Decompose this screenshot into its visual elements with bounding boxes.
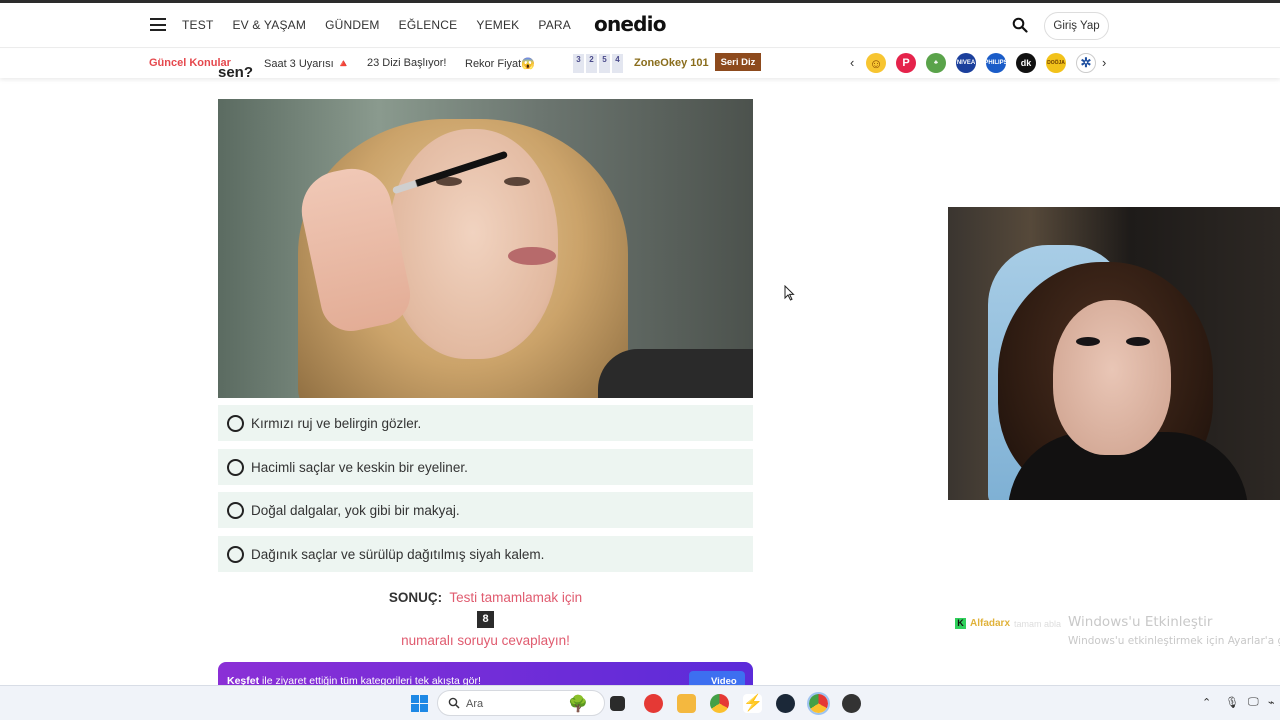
webcam-overlay [948,207,1280,500]
nav-item-eglence[interactable]: EĞLENCE [399,18,458,32]
answer-option[interactable]: Hacimli saçlar ve keskin bir eyeliner. [218,449,753,485]
task-view-icon[interactable] [610,696,625,711]
network-icon[interactable]: ⌁ [1268,696,1275,709]
radio-icon[interactable] [227,414,244,432]
chrome-active-icon[interactable] [807,692,830,715]
zone-okey-label[interactable]: ZoneOkey 101 [634,57,709,69]
answer-option[interactable]: Kırmızı ruj ve belirgin gözler. [218,405,753,441]
site-logo[interactable]: onedio [594,12,666,36]
tree-widget-icon: 🌳 [568,696,588,713]
result-text-2: numaralı soruyu cevaplayın! [401,633,570,648]
question-title-cutoff: sen? [218,64,254,81]
chat-username: Alfadarx [970,618,1011,629]
trend-item[interactable]: Saat 3 Uyarısı 🔺 [264,57,350,70]
app-red-icon[interactable] [644,694,663,713]
p-brand-icon[interactable]: P [896,53,916,73]
question-number-badge[interactable]: 8 [477,611,494,628]
site-header: TEST EV & YAŞAM GÜNDEM EĞLENCE YEMEK PAR… [0,3,1280,48]
quiz-image [218,99,753,398]
zone-tile: 5 [599,54,610,73]
nav-item-test[interactable]: TEST [182,18,213,32]
menu-icon[interactable] [150,18,166,31]
microphone-icon[interactable]: 🎙 [1225,696,1239,709]
taskbar: Ara 🌳 ⚡ ⌃ 🎙 🖵 ⌁ [0,685,1280,720]
discover-banner[interactable]: Keşfet ile ziyaret ettiğin tüm kategoril… [218,662,753,686]
answer-text: Doğal dalgalar, yok gibi bir makyaj. [251,502,460,518]
nav-item-para[interactable]: PARA [538,18,571,32]
obs-icon[interactable] [842,694,861,713]
chevron-right-icon[interactable]: › [1102,55,1106,70]
seri-diz-badge[interactable]: Seri Diz [715,53,761,71]
nav-item-yemek[interactable]: YEMEK [476,18,519,32]
result-box: SONUÇ: Testi tamamlamak için 8 numaralı … [218,590,753,648]
monitor-icon[interactable]: 🖵 [1248,696,1259,709]
chevron-left-icon[interactable]: ‹ [850,55,854,70]
radio-icon[interactable] [227,545,244,563]
answer-text: Hacimli saçlar ve keskin bir eyeliner. [251,459,468,475]
search-icon[interactable] [1012,17,1028,33]
steam-icon[interactable] [776,694,795,713]
zone-tile: 2 [586,54,597,73]
nav-item-gundem[interactable]: GÜNDEM [325,18,380,32]
activation-subtitle: Windows'u etkinleştirmek için Ayarlar'a … [1068,635,1280,647]
activation-title: Windows'u Etkinleştir [1068,614,1213,630]
tree-brand-icon[interactable]: ♣ [926,53,946,73]
radio-icon[interactable] [227,501,244,519]
zone-tile: 3 [573,54,584,73]
dooja-brand-icon[interactable]: DOÖJA [1046,53,1066,73]
trend-item[interactable]: 23 Dizi Başlıyor! [367,57,446,69]
zone-tile: 4 [612,54,623,73]
answer-text: Dağınık saçlar ve sürülüp dağıtılmış siy… [251,546,545,562]
chat-message: tamam abla [1014,618,1062,629]
trending-bar: Güncel Konular Saat 3 Uyarısı 🔺 23 Dizi … [0,49,1280,78]
file-explorer-icon[interactable] [677,694,696,713]
chevron-up-icon[interactable]: ⌃ [1202,696,1211,709]
chrome-icon[interactable] [710,694,729,713]
radio-icon[interactable] [227,458,244,476]
result-text: Testi tamamlamak için [449,590,583,605]
search-placeholder: Ara [466,698,484,710]
taskbar-search[interactable]: Ara 🌳 [437,690,605,716]
emoji-brand-icon[interactable]: ☺ [866,53,886,73]
chat-overlay: K Alfadarx tamam abla [955,618,1061,629]
kick-icon: K [955,618,966,629]
answer-option[interactable]: Dağınık saçlar ve sürülüp dağıtılmış siy… [218,536,753,572]
answer-option[interactable]: Doğal dalgalar, yok gibi bir makyaj. [218,492,753,528]
zone-okey-tiles[interactable]: 3 2 5 4 [573,54,623,73]
lightning-app-icon[interactable]: ⚡ [743,694,763,713]
windows-activation-watermark: Windows'u Etkinleştir Windows'u etkinleş… [1068,614,1280,647]
trend-item[interactable]: Rekor Fiyat😱 [465,57,535,70]
philips-brand-icon[interactable]: PHILIPS [984,53,1008,73]
nav-item-ev-yasam[interactable]: EV & YAŞAM [232,18,306,32]
search-icon [448,697,460,709]
windows-start-icon[interactable] [410,694,429,713]
main-nav: TEST EV & YAŞAM GÜNDEM EĞLENCE YEMEK PAR… [182,18,571,32]
answer-text: Kırmızı ruj ve belirgin gözler. [251,415,422,431]
snowflake-brand-icon[interactable]: ✲ [1076,53,1096,73]
nivea-brand-icon[interactable]: NIVEA [956,53,976,73]
result-label: SONUÇ: [388,590,443,605]
video-button[interactable]: Video [689,671,745,686]
dk-brand-icon[interactable]: dk [1016,53,1036,73]
login-button[interactable]: Giriş Yap [1044,12,1109,40]
mouse-cursor-icon [784,285,795,301]
